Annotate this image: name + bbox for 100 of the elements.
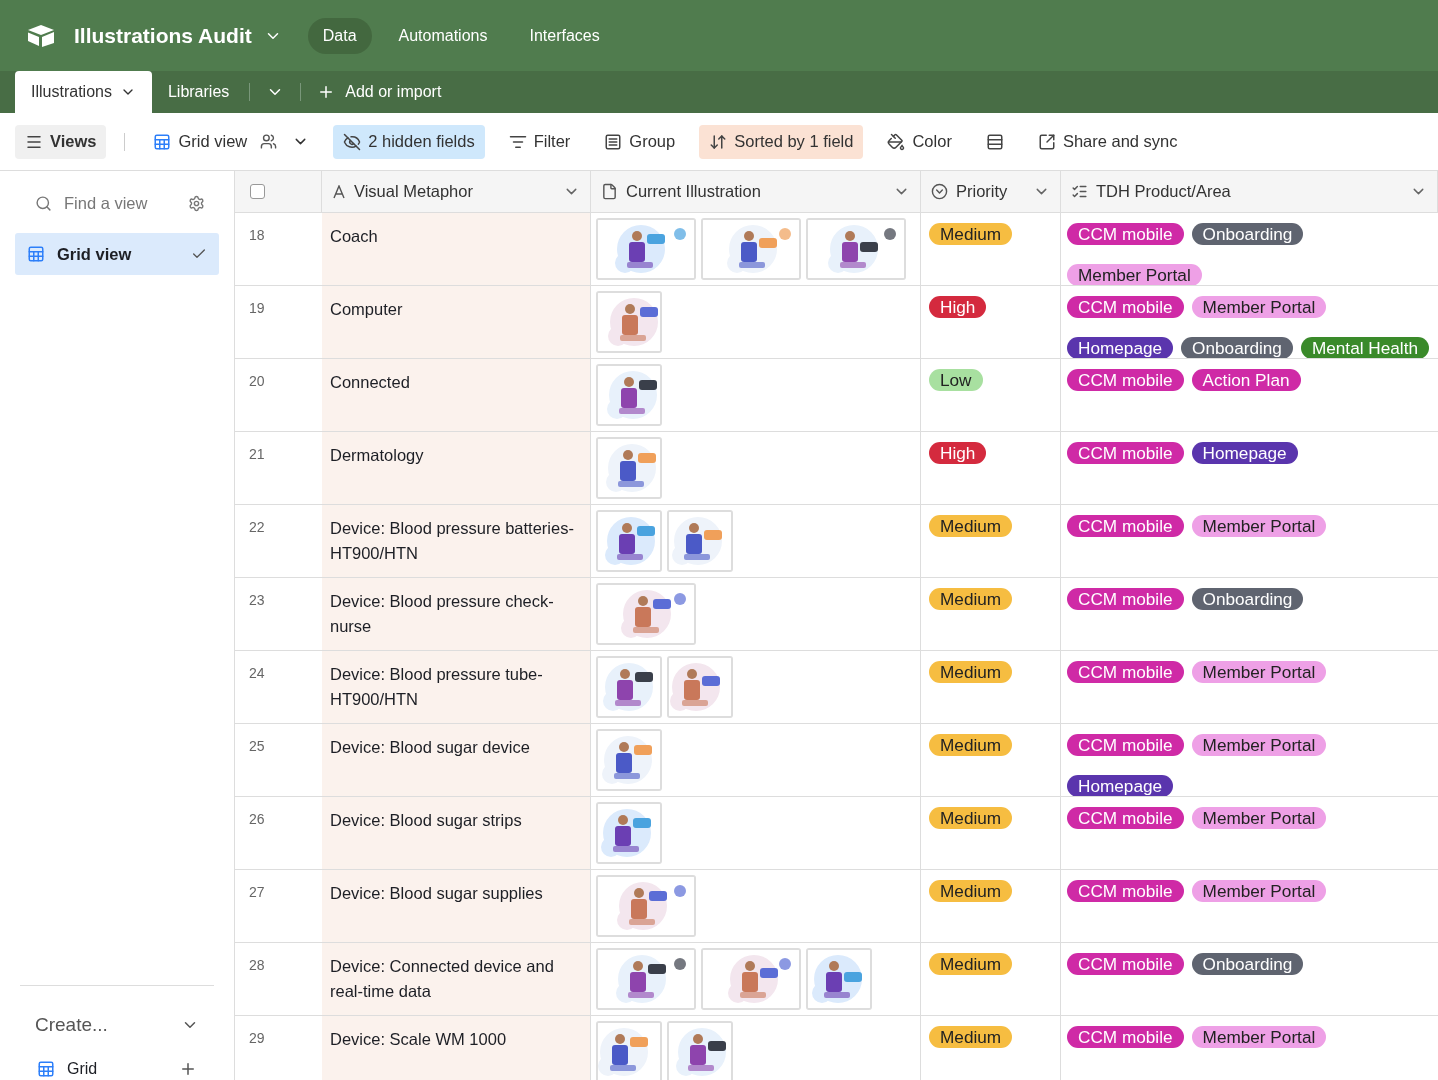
area-tag: Member Portal — [1191, 1026, 1327, 1048]
table-cell: Device: Blood sugar strips — [322, 797, 591, 869]
priority-tag: Medium — [929, 807, 1013, 829]
area-tag: Onboarding — [1191, 588, 1304, 610]
table-tab[interactable]: Libraries — [151, 71, 246, 113]
area-tag: Member Portal — [1191, 515, 1327, 537]
area-tag: CCM mobile — [1067, 807, 1184, 829]
priority-tag: Low — [929, 369, 983, 391]
row-number: 24 — [249, 665, 265, 681]
row-number: 27 — [249, 884, 265, 900]
grid-icon — [153, 132, 172, 151]
grid-icon — [27, 245, 45, 263]
row-number: 19 — [249, 300, 265, 316]
area-tag: CCM mobile — [1067, 1026, 1184, 1048]
area-tag: Onboarding — [1181, 337, 1293, 358]
text-type-icon — [332, 184, 346, 199]
area-tag: CCM mobile — [1067, 223, 1184, 245]
views-button[interactable]: Views — [15, 124, 107, 159]
area-tag: Mental Health — [1300, 337, 1429, 358]
table-cell: Device: Blood pressure tube-HT900/HTN — [322, 651, 591, 723]
eye-slash-icon — [343, 132, 362, 151]
row-height-icon — [985, 132, 1004, 151]
area-tag: Action Plan — [1191, 369, 1301, 391]
nav-tab[interactable]: Interfaces — [514, 17, 615, 54]
people-icon — [260, 133, 278, 150]
priority-tag: High — [929, 442, 987, 464]
select-all-checkbox[interactable] — [250, 184, 265, 199]
area-tag: CCM mobile — [1067, 369, 1184, 391]
row-number: 20 — [249, 373, 265, 389]
table-cell: Device: Connected device and real-time data — [322, 943, 591, 1015]
table-cell: Device: Blood sugar device — [322, 724, 591, 796]
search-icon — [35, 194, 52, 212]
area-tag: CCM mobile — [1067, 442, 1184, 464]
table-cell: Device: Blood pressure batteries-HT900/HTN — [322, 505, 591, 577]
priority-tag: Medium — [929, 1026, 1013, 1048]
plus-icon[interactable] — [179, 1060, 197, 1078]
area-tag: Member Portal — [1191, 661, 1327, 683]
share-button[interactable]: Share and sync — [1027, 124, 1188, 159]
column-header[interactable]: Visual Metaphor — [354, 182, 555, 201]
area-tag: Onboarding — [1191, 953, 1304, 975]
area-tag: Homepage — [1067, 775, 1174, 796]
create-heading: Create... — [35, 1014, 108, 1036]
area-tag: CCM mobile — [1067, 588, 1184, 610]
priority-tag: Medium — [929, 515, 1013, 537]
area-tag: Member Portal — [1191, 880, 1327, 902]
area-tag: CCM mobile — [1067, 661, 1184, 683]
table-cell: Device: Scale WM 1000 — [322, 1016, 591, 1080]
color-button[interactable]: Color — [877, 124, 962, 159]
priority-tag: Medium — [929, 953, 1013, 975]
add-table-button[interactable]: Add or import — [305, 71, 454, 113]
area-tag: CCM mobile — [1067, 953, 1184, 975]
row-number: 23 — [249, 592, 265, 608]
table-cell: Dermatology — [322, 432, 591, 504]
grid-icon — [37, 1060, 55, 1078]
circle-chevron-icon — [931, 183, 948, 200]
table-cell: Device: Blood sugar supplies — [322, 870, 591, 942]
column-header[interactable]: Priority — [956, 182, 1025, 201]
table-cell: Coach — [322, 213, 591, 285]
area-tag: Homepage — [1191, 442, 1298, 464]
area-tag: Member Portal — [1191, 296, 1327, 318]
hidden-button[interactable]: 2 hidden fields — [333, 124, 485, 159]
priority-tag: Medium — [929, 588, 1013, 610]
nav-tab[interactable]: Automations — [383, 17, 503, 54]
list-icon — [604, 132, 623, 151]
column-header[interactable]: Current Illustration — [626, 182, 885, 201]
sort-icon — [709, 132, 728, 151]
priority-tag: Medium — [929, 734, 1013, 756]
row-number: 22 — [249, 519, 265, 535]
priority-tag: Medium — [929, 223, 1013, 245]
settings-icon[interactable] — [188, 194, 205, 212]
row-number: 21 — [249, 446, 265, 462]
base-title: Illustrations Audit — [74, 23, 252, 48]
area-tag: CCM mobile — [1067, 515, 1184, 537]
priority-tag: Medium — [929, 661, 1013, 683]
row-number: 18 — [249, 227, 265, 243]
row-number: 25 — [249, 738, 265, 754]
area-tag: Homepage — [1067, 337, 1174, 358]
row-number: 29 — [249, 1030, 265, 1046]
table-cell: Device: Blood pressure check-nurse — [322, 578, 591, 650]
area-tag: CCM mobile — [1067, 296, 1184, 318]
nav-tab[interactable]: Data — [307, 17, 372, 54]
priority-tag: Medium — [929, 880, 1013, 902]
area-tag: Member Portal — [1191, 734, 1327, 756]
table-cell: Computer — [322, 286, 591, 358]
table-tab[interactable]: Illustrations — [15, 71, 152, 113]
row-number: 26 — [249, 811, 265, 827]
row-number: 28 — [249, 957, 265, 973]
table-cell: Connected — [322, 359, 591, 431]
view-list-item[interactable]: Grid view — [15, 233, 219, 275]
group-button[interactable]: Group — [594, 124, 686, 159]
create-grid-item[interactable]: Grid — [67, 1060, 167, 1078]
area-tag: Member Portal — [1067, 264, 1202, 285]
list-icon — [1071, 183, 1088, 200]
logo-icon — [26, 23, 56, 48]
column-header[interactable]: TDH Product/Area — [1096, 182, 1402, 201]
filter-button[interactable]: Filter — [498, 124, 581, 159]
share-icon — [1037, 132, 1056, 151]
sort-button[interactable]: Sorted by 1 field — [699, 124, 864, 159]
file-icon — [601, 183, 618, 200]
view-button[interactable]: Grid view — [143, 124, 320, 159]
